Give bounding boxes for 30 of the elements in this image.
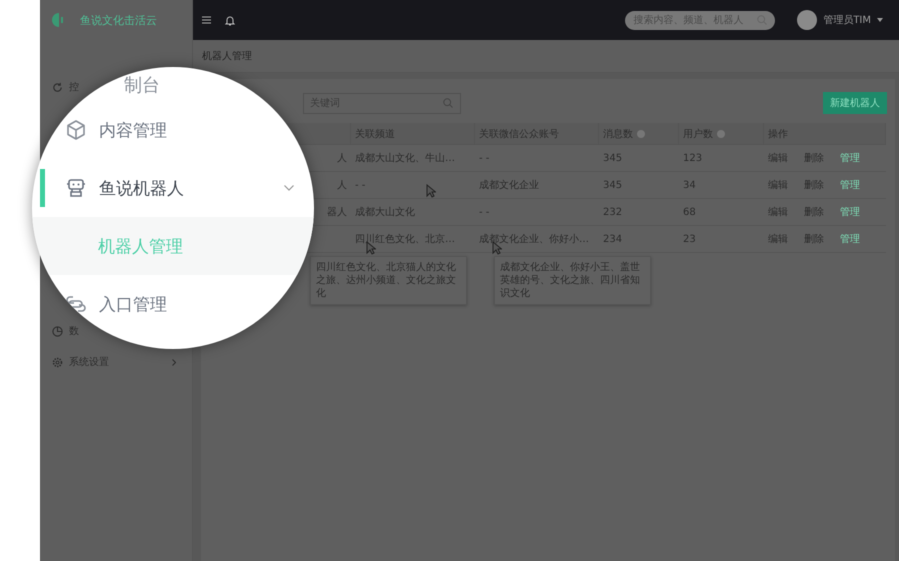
table-cell: - - — [475, 199, 599, 226]
cursor-icon — [426, 184, 436, 198]
chevron-icon — [172, 358, 176, 366]
action-link[interactable]: 管理 — [840, 151, 860, 165]
settings-icon — [52, 356, 63, 368]
help-icon — [637, 130, 645, 138]
action-link[interactable]: 管理 — [840, 178, 860, 192]
logo-text: 鱼说文化击活云 — [80, 12, 157, 28]
new-robot-button[interactable]: 新建机器人 — [823, 92, 887, 114]
user-name[interactable]: 管理员TIM — [823, 13, 871, 27]
page-title: 机器人管理 — [202, 50, 252, 63]
avatar[interactable] — [797, 10, 818, 30]
refresh-icon — [52, 82, 63, 92]
table-cell: - - — [475, 145, 599, 172]
menu-item[interactable]: 机器人管理 — [32, 217, 314, 275]
pie-chart-icon — [52, 326, 63, 336]
menu-item-label: 制台 — [124, 74, 160, 97]
bell-icon[interactable] — [225, 14, 235, 26]
menu-item[interactable]: 入口管理 — [65, 284, 173, 324]
active-bar — [40, 169, 45, 207]
search-icon — [443, 98, 453, 108]
menu-item[interactable]: 内容管理 — [65, 101, 173, 159]
menu-icon[interactable] — [202, 16, 211, 24]
cube-icon — [65, 119, 87, 141]
loop-icon — [65, 293, 87, 315]
robot-icon — [65, 177, 87, 199]
action-link[interactable]: 管理 — [840, 205, 860, 219]
action-link[interactable]: 管理 — [840, 232, 860, 246]
help-icon — [717, 130, 725, 138]
caret-icon — [877, 18, 883, 22]
